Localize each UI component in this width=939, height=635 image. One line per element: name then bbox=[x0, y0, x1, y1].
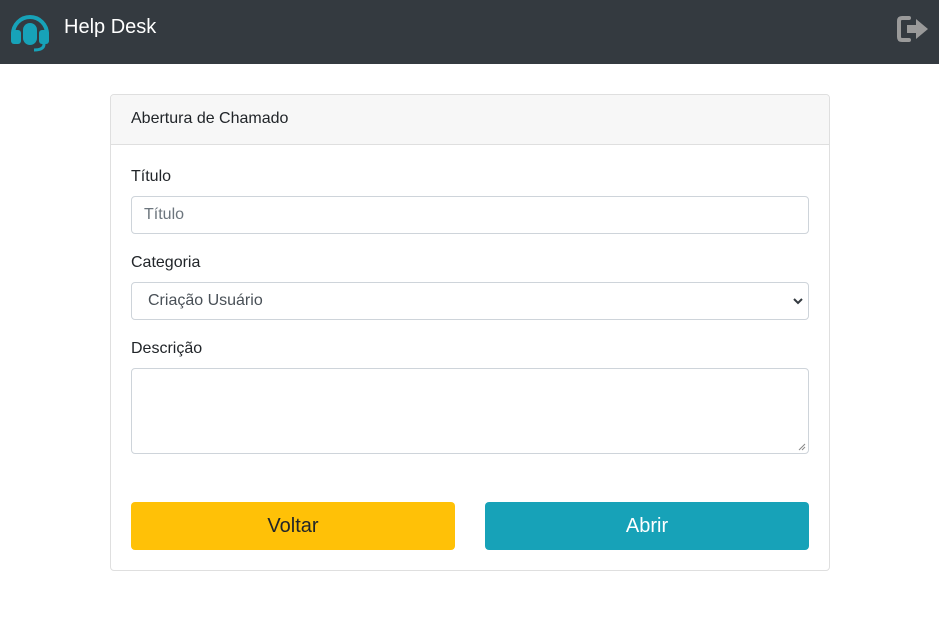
titulo-input[interactable] bbox=[131, 196, 809, 234]
categoria-select[interactable]: Criação Usuário bbox=[131, 282, 809, 320]
resize-handle-icon[interactable] bbox=[798, 443, 806, 451]
chevron-down-icon bbox=[793, 298, 803, 305]
descricao-textarea[interactable] bbox=[131, 368, 809, 454]
headset-icon bbox=[11, 15, 49, 52]
submit-button[interactable]: Abrir bbox=[485, 502, 809, 550]
card-header: Abertura de Chamado bbox=[111, 95, 829, 145]
sign-out-icon[interactable] bbox=[897, 15, 931, 43]
titulo-label: Título bbox=[131, 168, 172, 185]
back-button[interactable]: Voltar bbox=[131, 502, 455, 550]
descricao-label: Descrição bbox=[131, 340, 203, 357]
categoria-label: Categoria bbox=[131, 254, 201, 271]
ticket-card: Abertura de Chamado Título Categoria Cri… bbox=[110, 94, 830, 571]
categoria-selected-value: Criação Usuário bbox=[148, 292, 263, 309]
navbar: Help Desk bbox=[0, 0, 939, 64]
brand-title[interactable]: Help Desk bbox=[64, 15, 156, 39]
